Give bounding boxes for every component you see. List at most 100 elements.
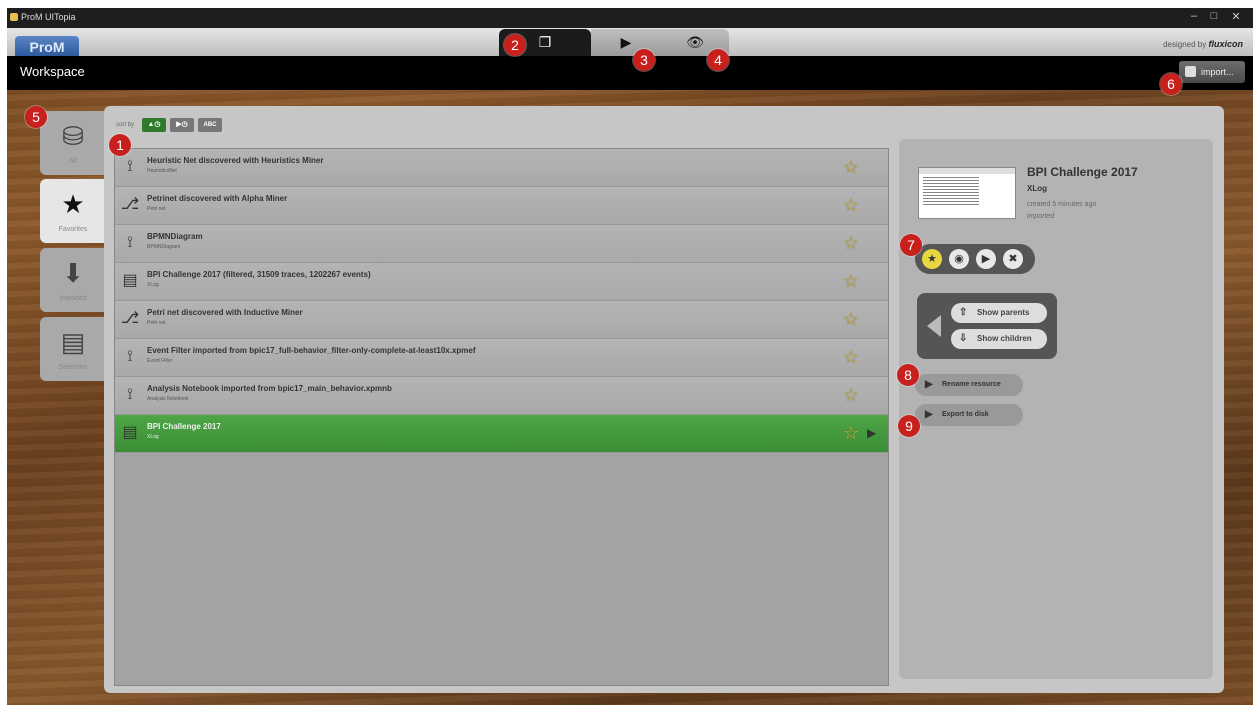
favorite-star-icon[interactable]: ☆ [841,423,861,443]
sort-by-type-button[interactable]: ▶◷ [170,118,194,132]
maximize-button[interactable]: □ [1205,10,1223,22]
list-item[interactable]: ⎇ Petrinet discovered with Alpha Miner Pet… [115,187,888,225]
app-window: ProM UITopia – □ ✕ ProM designed by flux… [7,8,1253,705]
show-parents-label: Show parents [977,308,1030,317]
resource-type: HeuristicsNet [147,168,177,174]
play-icon: ▶ [981,253,991,265]
close-window-button[interactable]: ✕ [1227,10,1245,23]
resource-title: BPMNDiagram [147,232,203,241]
graph-icon: ⟟ [127,386,133,403]
sidebar-item-all[interactable]: ⛁ All [40,111,106,175]
brand-prefix: designed by [1163,40,1207,49]
documents-icon: ❐ [538,34,552,50]
selection-icon: ▤ [60,327,86,357]
resource-type: Analysis Notebook [147,396,189,402]
sidebar-item-selection[interactable]: ▤ Selection [40,317,106,381]
view-button[interactable]: ◉ [949,249,969,269]
graph-icon: ⟟ [127,348,133,365]
rename-resource-button[interactable]: ▶ Rename resource [915,374,1023,396]
callout-marker: 2 [504,34,526,56]
resource-type: XLog [147,434,159,440]
resource-type: XLog [147,282,159,288]
resource-title: BPI Challenge 2017 (filtered, 31509 trac… [147,270,371,279]
detail-created: created 5 minutes ago [1027,201,1097,208]
database-icon: ⛁ [62,121,84,151]
detail-type: XLog [1027,184,1047,193]
resource-type: Event Filter [147,358,173,364]
parents-icon: ⇧ [959,307,968,318]
workspace-bar: Workspace import... [7,56,1253,90]
sort-by-date-button[interactable]: ▲◷ [142,118,166,132]
graph-icon: ⟟ [127,158,133,175]
graph-icon: ⟟ [127,234,133,251]
document-icon: ▤ [122,424,138,441]
favorite-star-icon[interactable]: ☆ [841,271,861,291]
play-icon[interactable]: ▶ [867,426,876,440]
favorite-star-icon[interactable]: ☆ [841,195,861,215]
sidebar-item-label: Imported [59,295,87,302]
callout-marker: 7 [900,234,922,256]
favorite-star-icon[interactable]: ☆ [841,157,861,177]
resource-type: Petri net [147,206,166,212]
run-action-button[interactable]: ▶ [976,249,996,269]
resource-thumbnail [918,167,1016,219]
export-to-disk-button[interactable]: ▶ Export to disk [915,404,1023,426]
show-parents-button[interactable]: ⇧ Show parents [951,303,1047,323]
callout-marker: 1 [109,134,131,156]
eye-icon: 👁 [686,34,704,50]
play-icon: ▶ [925,379,933,390]
sidebar-item-label: All [69,158,77,165]
import-icon [1185,66,1196,77]
list-item[interactable]: ⎇ Petri net discovered with Inductive Min… [115,301,888,339]
play-icon: ▶ [925,409,933,420]
list-item[interactable]: ▤ BPI Challenge 2017 XLog ☆ ▶ [115,415,888,453]
sidebar-item-favorites[interactable]: ★ Favorites [40,179,106,243]
detail-origin: imported [1027,213,1055,220]
callout-marker: 4 [707,49,729,71]
resource-title: Petrinet discovered with Alpha Miner [147,194,288,203]
sidebar-item-label: Selection [58,364,88,371]
resource-detail: BPI Challenge 2017 XLog created 5 minute… [899,139,1213,679]
list-item[interactable]: ▤ BPI Challenge 2017 (filtered, 31509 tra… [115,263,888,301]
sort-label: sort by [116,122,135,128]
import-button[interactable]: import... [1179,61,1245,83]
favorite-button[interactable]: ★ [922,249,942,269]
list-item[interactable]: ⟟ BPMNDiagram BPMNDiagram ☆ [115,225,888,263]
resource-title: Event Filter imported from bpic17_full-b… [147,346,476,355]
callout-marker: 8 [897,364,919,386]
favorite-star-icon[interactable]: ☆ [841,347,861,367]
favorite-star-icon[interactable]: ☆ [841,309,861,329]
resource-title: Analysis Notebook imported from bpic17_m… [147,384,392,393]
resource-actions: ★ ◉ ▶ ✖ [915,244,1035,274]
rename-label: Rename resource [942,381,1001,388]
list-item[interactable]: ⟟ Heuristic Net discovered with Heuristic… [115,149,888,187]
star-icon: ★ [61,189,85,219]
resource-title: Petri net discovered with Inductive Mine… [147,308,303,317]
list-item[interactable]: ⟟ Analysis Notebook imported from bpic17_… [115,377,888,415]
sidebar-item-label: Favorites [58,226,88,233]
sort-by-name-button[interactable]: ABC [198,118,222,132]
callout-marker: 5 [25,106,47,128]
favorite-star-icon[interactable]: ☆ [841,385,861,405]
resource-title: Heuristic Net discovered with Heuristics… [147,156,324,165]
resource-title: BPI Challenge 2017 [147,422,221,431]
resource-list[interactable]: ⟟ Heuristic Net discovered with Heuristic… [114,148,889,686]
export-label: Export to disk [942,411,989,418]
star-icon: ★ [927,253,937,265]
resource-type: Petri net [147,320,166,326]
callout-marker: 9 [898,415,920,437]
relations-box: ⇧ Show parents ⇩ Show children [917,293,1057,359]
show-children-label: Show children [977,334,1032,343]
title-bar: ProM UITopia – □ ✕ [7,8,1253,28]
list-item[interactable]: ⟟ Event Filter imported from bpic17_full-… [115,339,888,377]
window-title: ProM UITopia [21,12,76,22]
show-children-button[interactable]: ⇩ Show children [951,329,1047,349]
back-arrow-icon[interactable] [927,315,941,337]
sidebar-item-imported[interactable]: ⬇ Imported [40,248,106,312]
import-icon: ⬇ [62,258,84,288]
close-icon: ✖ [1008,253,1018,265]
resource-type: BPMNDiagram [147,244,181,250]
favorite-star-icon[interactable]: ☆ [841,233,861,253]
remove-button[interactable]: ✖ [1003,249,1023,269]
minimize-button[interactable]: – [1185,10,1203,22]
